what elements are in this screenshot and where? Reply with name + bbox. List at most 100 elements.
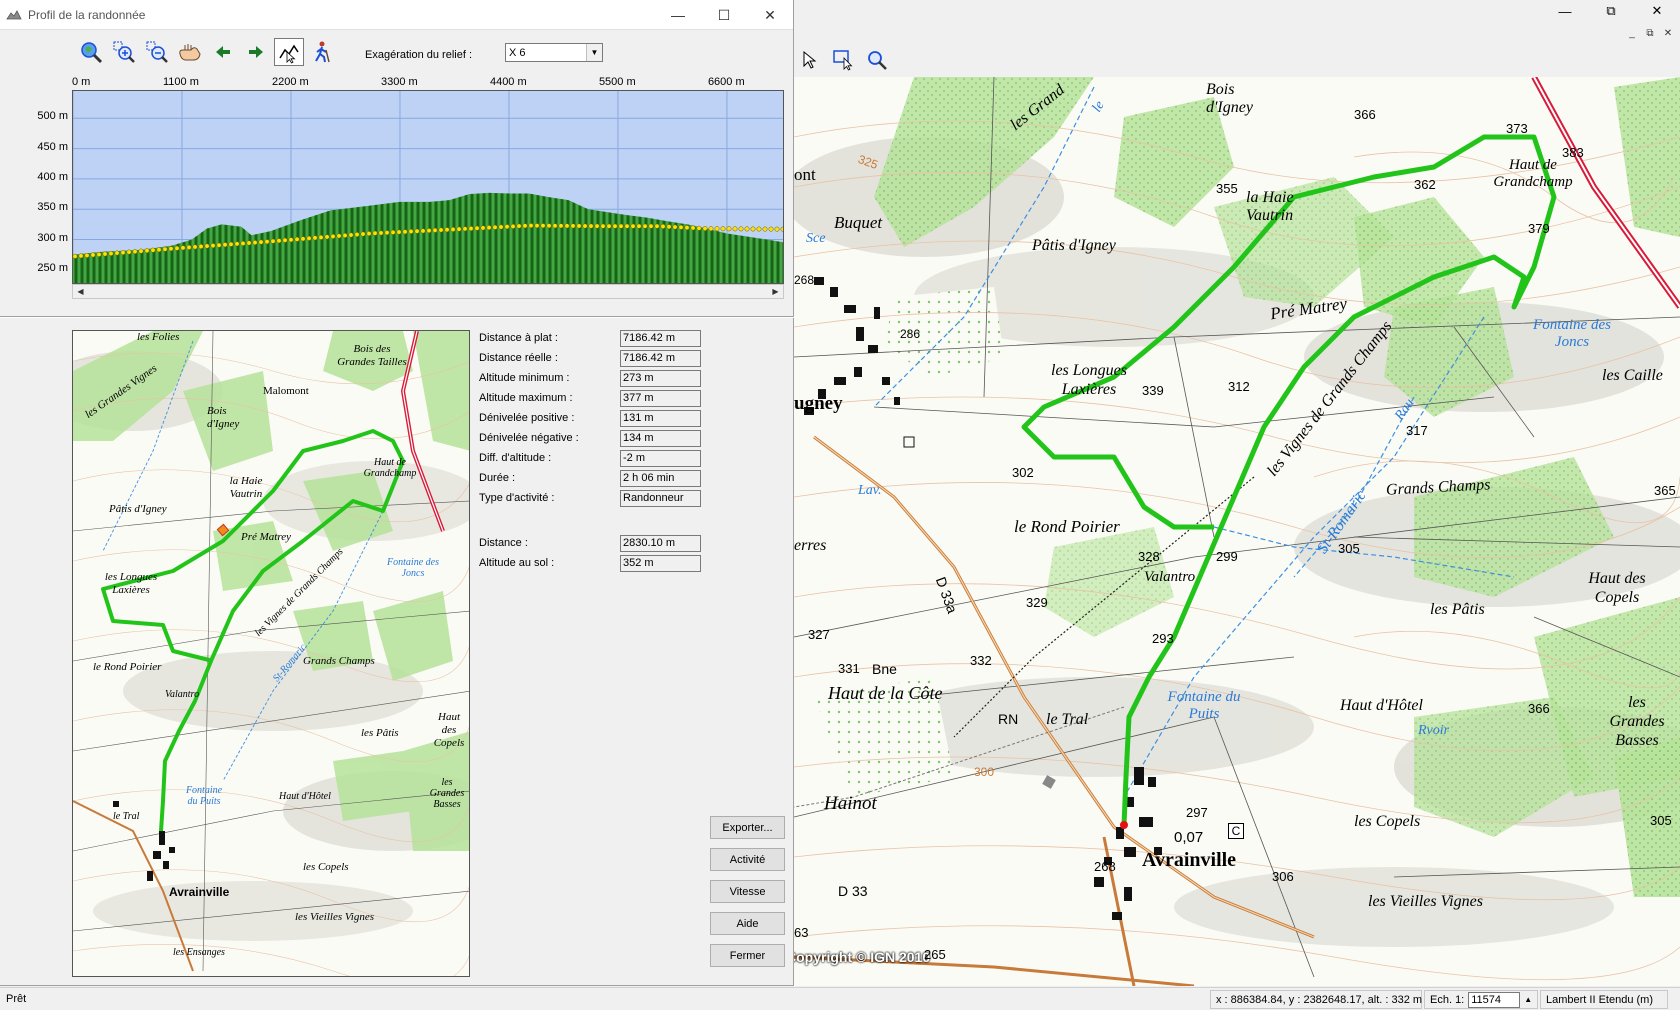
dialog-titlebar[interactable]: Profil de la randonnée — ☐ ✕ <box>0 0 793 30</box>
mdi-restore-button[interactable]: ⧉ <box>1642 26 1658 40</box>
stat-label: Dénivelée négative : <box>479 432 579 444</box>
topographic-map-view[interactable]: Bois d'Igney les Grand le la Haie Vautri… <box>794 77 1680 986</box>
stat-row: Type d'activité : Randonneur <box>479 490 719 508</box>
map-label: Fontaine des Joncs <box>1533 317 1611 350</box>
zoom-in-button[interactable] <box>109 38 139 66</box>
stat-value: 2 h 06 min <box>620 470 701 487</box>
map-label: les Pâtis <box>1430 601 1485 618</box>
projection-readout[interactable]: Lambert II Etendu (m) <box>1540 990 1668 1009</box>
minimap-label: les Vieilles Vignes <box>295 911 375 923</box>
zoom-out-icon <box>146 41 168 63</box>
map-label: Rvoir <box>1418 723 1450 738</box>
profile-chart[interactable] <box>72 90 784 284</box>
mdi-close-button[interactable]: ✕ <box>1660 26 1676 40</box>
scale-up-icon[interactable]: ▲ <box>1524 995 1532 1004</box>
scroll-left-icon[interactable]: ◀ <box>73 285 88 298</box>
spot-height: 362 <box>1414 177 1436 192</box>
minimap-label: les Grandes Basses <box>429 777 465 810</box>
minimap-label: Haut de Grandchamp <box>363 457 417 479</box>
pointer-tool-button[interactable] <box>794 45 824 75</box>
zoom-globe-icon <box>81 42 103 64</box>
stat-row: Altitude minimum : 273 m <box>479 370 719 388</box>
arrow-left-icon <box>216 46 230 58</box>
minimap-label: Bois d'Igney <box>207 405 240 430</box>
profile-select-icon <box>279 44 299 64</box>
app-close-button[interactable]: ✕ <box>1634 0 1680 22</box>
app-minimize-button[interactable]: — <box>1542 0 1588 22</box>
map-value-label: 0,07 <box>1174 829 1204 846</box>
dialog-maximize-button[interactable]: ☐ <box>701 0 747 30</box>
magnifier-icon <box>868 51 887 70</box>
minimap-label: les Folies <box>137 331 180 343</box>
export-button[interactable]: Exporter... <box>710 816 785 839</box>
minimap-label: Valantro <box>165 689 200 700</box>
map-label: Pâtis d'Igney <box>1032 237 1116 254</box>
stat-value: 131 m <box>620 410 701 427</box>
speed-button[interactable]: Vitesse <box>710 880 785 903</box>
zoom-tool-button[interactable] <box>862 45 892 75</box>
coordinates-readout: x : 886384.84, y : 2382648.17, alt. : 33… <box>1210 990 1422 1009</box>
profile-svg <box>73 91 783 283</box>
minimap-label: les Grandes Vignes <box>83 362 160 421</box>
stat-row: Diff. d'altitude : -2 m <box>479 450 719 468</box>
zoom-out-button[interactable] <box>142 38 172 66</box>
y-tick-label: 400 m <box>37 170 68 183</box>
stat-label: Type d'activité : <box>479 492 555 504</box>
select-rect-tool-button[interactable] <box>828 45 858 75</box>
map-copyright: Copyright © IGN 2010 <box>794 949 931 965</box>
mdi-minimize-button[interactable]: _ <box>1624 26 1640 40</box>
hiker-button[interactable] <box>307 38 337 66</box>
minimap-label: Pâtis d'Igney <box>109 503 167 515</box>
pan-button[interactable] <box>175 38 205 66</box>
exaggeration-dropdown[interactable]: X 6 ▼ <box>505 43 603 62</box>
profile-toolbar <box>76 38 337 66</box>
dialog-divider <box>0 316 794 318</box>
minimap-label: Pré Matrey <box>241 531 291 543</box>
map-label: Haut d'Hôtel <box>1340 697 1423 714</box>
scale-control: Ech. 1: ▲ <box>1424 990 1538 1009</box>
dialog-minimize-button[interactable]: — <box>655 0 701 30</box>
dialog-window-controls: — ☐ ✕ <box>655 0 793 30</box>
profile-select-button[interactable] <box>274 38 304 66</box>
scale-label: Ech. 1: <box>1430 993 1465 1006</box>
profile-horizontal-scrollbar[interactable]: ◀ ▶ <box>72 284 784 299</box>
app-restore-button[interactable]: ⧉ <box>1588 0 1634 22</box>
y-tick-label: 450 m <box>37 140 68 153</box>
spot-height: 332 <box>970 653 992 668</box>
next-button[interactable] <box>241 38 271 66</box>
stat-value: Randonneur <box>620 490 701 507</box>
dialog-title: Profil de la randonnée <box>28 7 146 22</box>
stat-label: Dénivelée positive : <box>479 412 575 424</box>
select-rectangle-icon <box>833 50 853 71</box>
spot-height: 286 <box>900 327 921 341</box>
close-button[interactable]: Fermer <box>710 944 785 967</box>
spot-height: 300 <box>974 765 995 779</box>
minimap-labels: les Folies les Grandes Vignes Bois d'Ign… <box>73 331 469 976</box>
minimap-label: la Haie Vautrin <box>229 475 263 500</box>
spot-height: 325 <box>856 151 880 173</box>
previous-button[interactable] <box>208 38 238 66</box>
minimap-label: Bois des Grandes Tailles <box>337 343 407 368</box>
map-label: le Rond Poirier <box>1014 517 1120 536</box>
map-label: Haut de la Côte <box>828 683 943 703</box>
y-tick-label: 350 m <box>37 201 68 214</box>
stat-label: Distance réelle : <box>479 352 558 364</box>
spot-height: 355 <box>1216 181 1238 196</box>
stat-label: Diff. d'altitude : <box>479 452 552 464</box>
minimap-label: les Ensanges <box>173 947 225 958</box>
track-minimap[interactable]: les Folies les Grandes Vignes Bois d'Ign… <box>72 330 470 977</box>
zoom-in-icon <box>113 41 135 63</box>
scale-input[interactable] <box>1468 991 1521 1008</box>
stat-value: 134 m <box>620 430 701 447</box>
scroll-right-icon[interactable]: ▶ <box>768 285 783 298</box>
stat-value: 7186.42 m <box>620 350 701 367</box>
zoom-extent-button[interactable] <box>76 38 106 66</box>
stat-label: Distance à plat : <box>479 332 558 344</box>
spot-height: 63 <box>794 925 809 940</box>
dialog-close-button[interactable]: ✕ <box>747 0 793 30</box>
minimap-label: Fontaine des Joncs <box>387 557 439 579</box>
stat-label: Altitude maximum : <box>479 392 573 404</box>
activity-button[interactable]: Activité <box>710 848 785 871</box>
help-button[interactable]: Aide <box>710 912 785 935</box>
stat-row: Distance à plat : 7186.42 m <box>479 330 719 348</box>
